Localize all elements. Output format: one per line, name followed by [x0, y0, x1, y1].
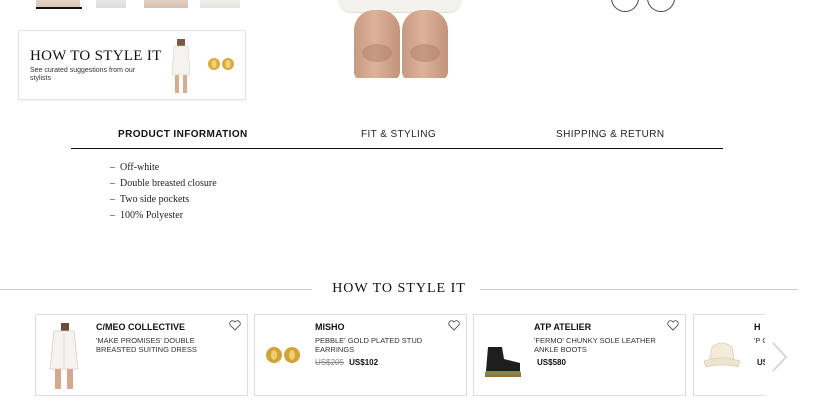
product-brand: ATP ATELIER	[534, 322, 592, 332]
product-price: US$580	[537, 358, 566, 367]
dress-thumbnail-icon	[171, 39, 191, 93]
product-name: 'MAKE PROMISES' DOUBLE BREASTED SUITING …	[96, 336, 197, 354]
boots-image-icon	[485, 347, 521, 377]
detail-item: – Double breasted closure	[110, 178, 217, 189]
detail-item: – Off-white	[110, 162, 160, 173]
thumbnail-2[interactable]	[96, 0, 126, 8]
product-price: US$102	[349, 358, 379, 367]
product-name: PEBBLE' GOLD PLATED STUD EARRINGS	[315, 336, 423, 354]
how-to-style-card[interactable]: HOW TO STYLE IT See curated suggestions …	[18, 30, 246, 100]
style-card-subtitle: See curated suggestions from our stylist…	[30, 67, 136, 82]
tab-product-information[interactable]: PRODUCT INFORMATION	[118, 129, 248, 140]
product-old-price: US$205	[315, 358, 344, 367]
product-card[interactable]: H 'P C US	[693, 314, 765, 396]
product-card[interactable]: ATP ATELIER 'FERMO' CHUNKY SOLE LEATHER …	[473, 314, 686, 396]
how-to-style-heading: HOW TO STYLE IT	[332, 281, 466, 296]
active-thumbnail-indicator	[36, 7, 82, 9]
thumbnail-4[interactable]	[200, 0, 240, 8]
image-next-button[interactable]	[647, 0, 675, 12]
chevron-right-icon[interactable]	[768, 340, 790, 374]
product-card[interactable]: MISHO PEBBLE' GOLD PLATED STUD EARRINGS …	[254, 314, 467, 396]
image-prev-button[interactable]	[611, 0, 639, 12]
detail-item: – 100% Polyester	[110, 210, 184, 221]
tab-fit-styling[interactable]: FIT & STYLING	[361, 129, 436, 140]
tab-shipping-return[interactable]: SHIPPING & RETURN	[556, 129, 664, 140]
main-product-image	[338, 0, 462, 78]
product-brand: C/MEO COLLECTIVE	[96, 322, 186, 332]
heart-icon[interactable]	[229, 320, 241, 331]
thumbnail-3[interactable]	[144, 0, 188, 8]
heart-icon[interactable]	[667, 320, 679, 331]
detail-item: – Two side pockets	[110, 194, 190, 205]
product-tabs: PRODUCT INFORMATION FIT & STYLING SHIPPI…	[71, 124, 723, 149]
product-brand: H	[754, 322, 761, 332]
product-details-list: – Off-white – Double breasted closure – …	[110, 162, 217, 226]
bucket-hat-image-icon	[703, 342, 741, 368]
heart-icon[interactable]	[448, 320, 460, 331]
divider	[480, 289, 798, 290]
product-brand: MISHO	[315, 322, 345, 332]
earrings-thumbnail-icon	[208, 58, 234, 70]
dress-image-icon	[49, 323, 79, 389]
divider	[0, 289, 312, 290]
product-card[interactable]: C/MEO COLLECTIVE 'MAKE PROMISES' DOUBLE …	[35, 314, 248, 396]
product-name: 'FERMO' CHUNKY SOLE LEATHER ANKLE BOOTS	[534, 336, 656, 354]
product-name: 'P C	[754, 336, 765, 345]
earrings-image-icon	[266, 347, 300, 363]
style-carousel: C/MEO COLLECTIVE 'MAKE PROMISES' DOUBLE …	[35, 314, 765, 396]
product-price: US	[757, 358, 765, 367]
style-card-title: HOW TO STYLE IT	[30, 48, 162, 64]
